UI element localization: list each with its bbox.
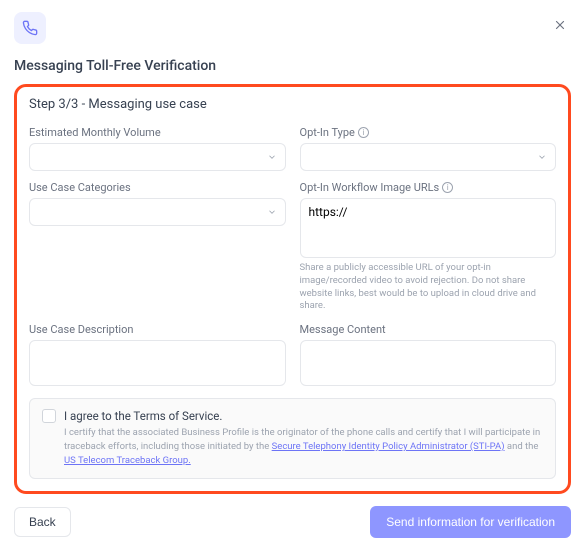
step-container-highlight: Step 3/3 - Messaging use case Estimated … [14, 84, 571, 494]
tos-link-stipa[interactable]: Secure Telephony Identity Policy Adminis… [272, 441, 505, 452]
tos-box: I agree to the Terms of Service. I certi… [29, 398, 556, 478]
tos-checkbox-label: I agree to the Terms of Service. [64, 409, 222, 423]
info-icon[interactable]: i [442, 182, 453, 193]
volume-label: Estimated Monthly Volume [29, 126, 286, 139]
modal-title: Messaging Toll-Free Verification [14, 58, 571, 74]
optin-urls-label: Opt-In Workflow Image URLs i [300, 181, 557, 194]
chevron-down-icon [267, 152, 277, 162]
close-icon [553, 18, 567, 32]
footer: Back Send information for verification [14, 506, 571, 538]
optin-type-select[interactable] [300, 143, 557, 171]
tos-checkbox[interactable] [42, 409, 56, 423]
optin-urls-helper: Share a publicly accessible URL of your … [300, 262, 557, 313]
optin-type-label: Opt-In Type i [300, 126, 557, 139]
phone-icon-chip [14, 12, 46, 44]
chevron-down-icon [267, 207, 277, 217]
message-content-textarea[interactable] [300, 340, 557, 386]
categories-select[interactable] [29, 198, 286, 226]
submit-button[interactable]: Send information for verification [370, 506, 571, 538]
step-title: Step 3/3 - Messaging use case [29, 97, 556, 112]
back-button[interactable]: Back [14, 507, 71, 537]
tos-body-text: I certify that the associated Business P… [64, 426, 543, 467]
message-content-label: Message Content [300, 323, 557, 336]
description-label: Use Case Description [29, 323, 286, 336]
verification-modal: Messaging Toll-Free Verification Step 3/… [0, 0, 585, 509]
volume-select[interactable] [29, 143, 286, 171]
categories-label: Use Case Categories [29, 181, 286, 194]
chevron-down-icon [537, 152, 547, 162]
optin-urls-textarea[interactable] [300, 198, 557, 258]
phone-icon [22, 20, 38, 36]
close-button[interactable] [553, 18, 567, 37]
tos-link-ustelecom[interactable]: US Telecom Traceback Group. [64, 455, 191, 466]
description-textarea[interactable] [29, 340, 286, 386]
info-icon[interactable]: i [358, 127, 369, 138]
